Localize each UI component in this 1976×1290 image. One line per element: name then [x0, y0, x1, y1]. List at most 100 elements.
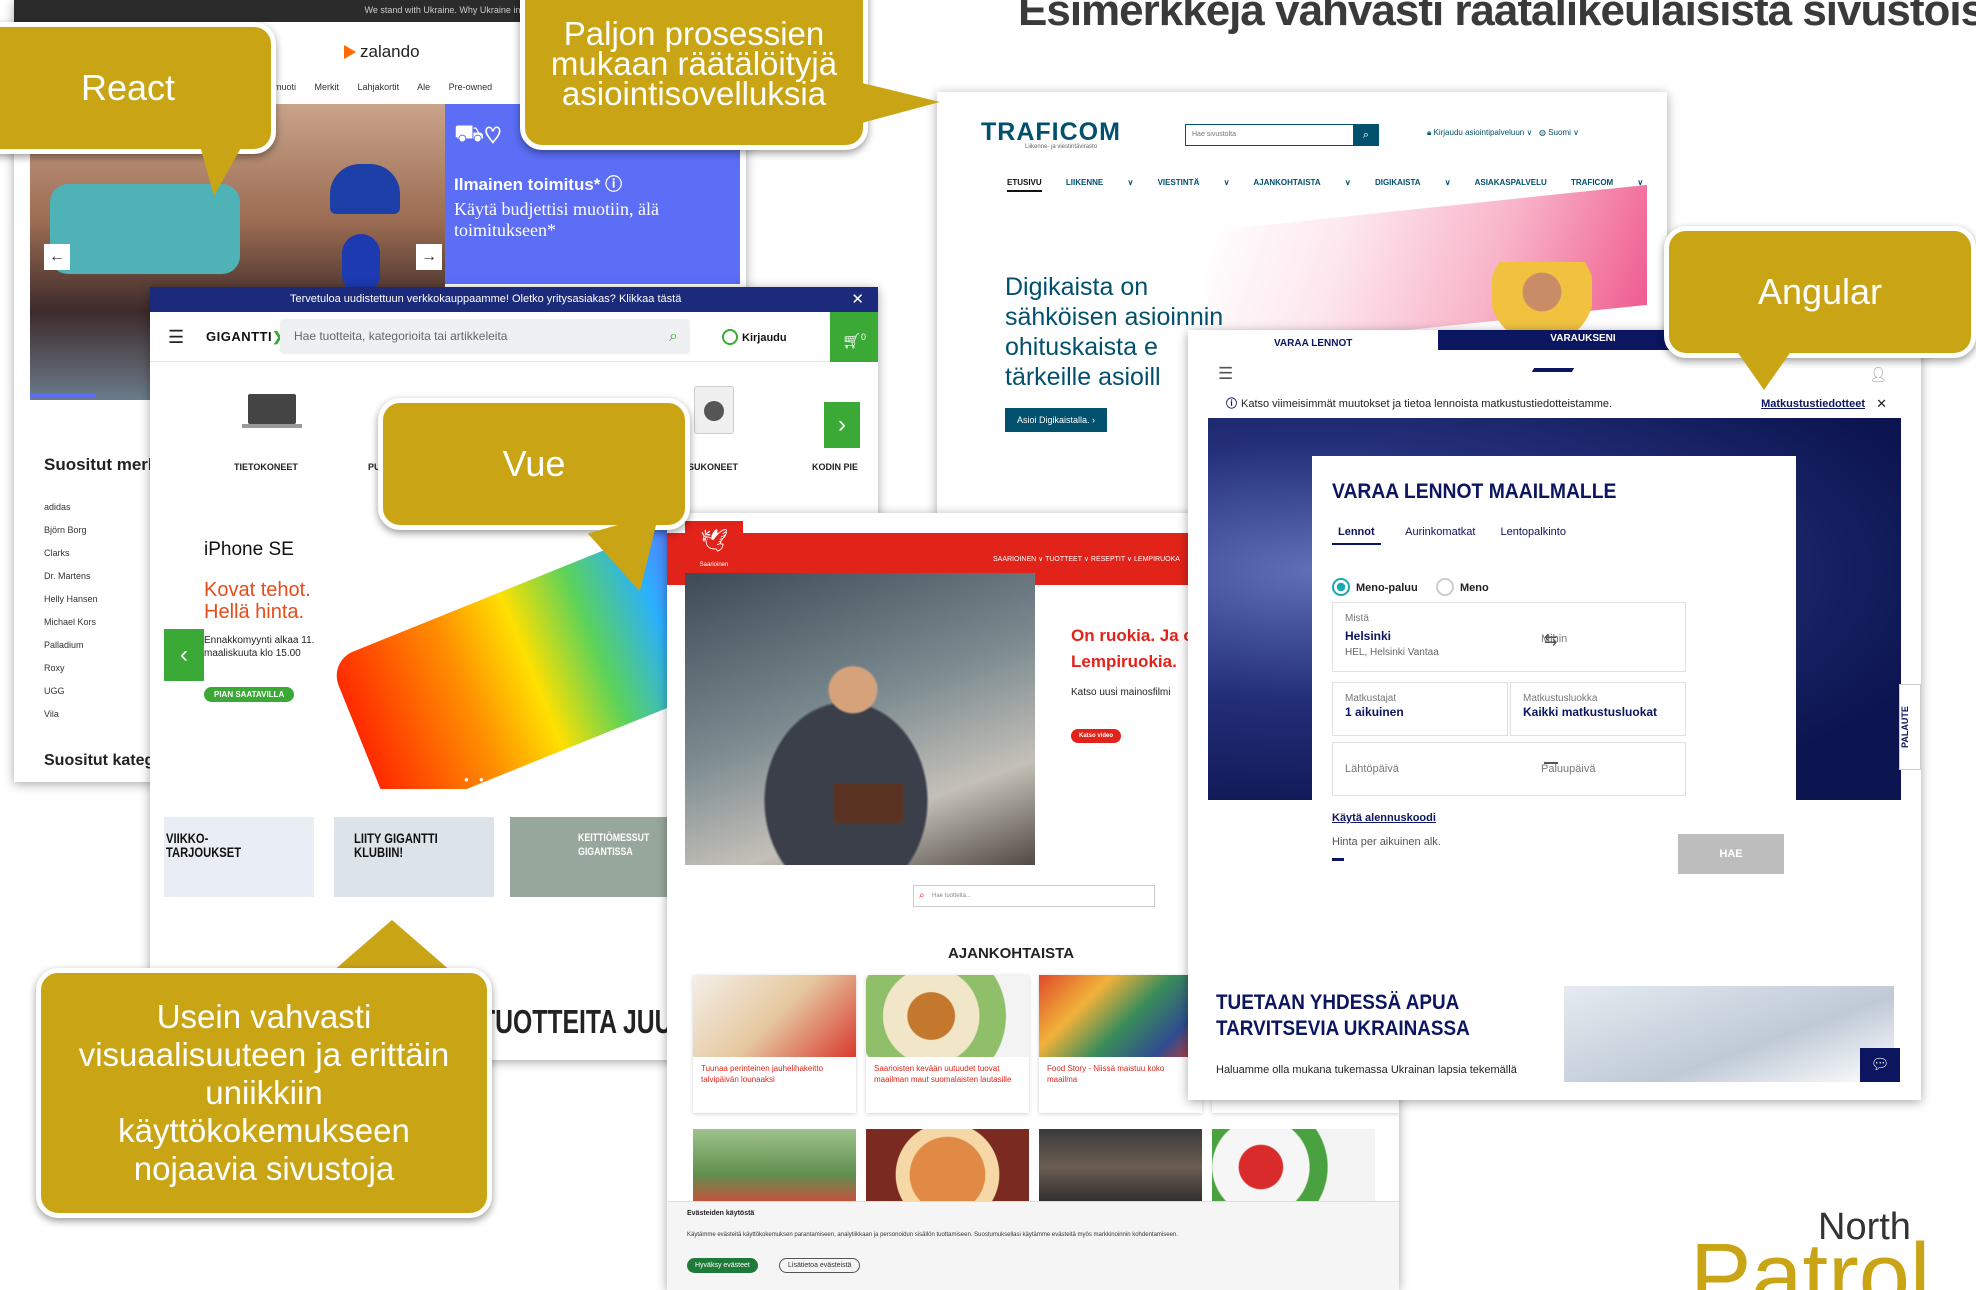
cart-count: 0	[861, 332, 867, 342]
article-title: Food Story - Niissä maistuu koko maailma	[1047, 1064, 1165, 1084]
slide-title: Esimerkkejä vahvasti räätälikeulaisista …	[1018, 0, 1976, 35]
zalando-nav-item[interactable]: Ale	[417, 82, 430, 92]
gigantti-logo[interactable]: GIGANTTI❯	[206, 329, 284, 345]
article-image[interactable]	[866, 1129, 1029, 1205]
zalando-nav-item[interactable]: Merkit	[315, 82, 340, 92]
brand-link[interactable]: Roxy	[44, 657, 98, 680]
brand-link[interactable]: Dr. Martens	[44, 565, 98, 588]
radio-oneway[interactable]: Meno	[1436, 578, 1489, 596]
article-card[interactable]: Food Story - Niissä maistuu koko maailma	[1039, 975, 1202, 1113]
chevron-right-icon[interactable]: ›	[824, 402, 860, 448]
hamburger-icon[interactable]: ☰	[1218, 364, 1233, 384]
article-title: Saarioisten kevään uutuudet tuovat maail…	[874, 1064, 1012, 1084]
traficom-language-select[interactable]: Suomi	[1548, 128, 1571, 137]
chevron-left-icon[interactable]: ‹	[164, 629, 204, 681]
dates-field[interactable]: Lähtöpäivä Paluupäivä	[1332, 742, 1686, 796]
finnair-screenshot: VARAA LENNOT VARAUKSENI ☰ 👤︎ ⓘ Katso viim…	[1188, 330, 1921, 1100]
article-image[interactable]	[1039, 1129, 1202, 1205]
swap-icon[interactable]: ⇆	[1544, 630, 1557, 650]
nav-item-etusivu[interactable]: ETUSIVU	[1007, 178, 1042, 192]
nav-item-digikaista[interactable]: DIGIKAISTA ∨	[1375, 178, 1451, 187]
tile-gigantti-club[interactable]: LIITY GIGANTTI KLUBIIN!	[334, 817, 494, 897]
arrow-right-icon[interactable]: →	[416, 244, 442, 270]
brand-link[interactable]: Clarks	[44, 542, 98, 565]
article-image	[866, 975, 1029, 1057]
return-date[interactable]: Paluupäivä	[1541, 763, 1595, 775]
nav-item-asiakaspalvelu[interactable]: ASIAKASPALVELU	[1475, 178, 1547, 187]
brand-link[interactable]: adidas	[44, 496, 98, 519]
cookie-more-button[interactable]: Lisätietoa evästeistä	[779, 1258, 861, 1273]
zalando-nav-item[interactable]: Pre-owned	[449, 82, 493, 92]
zalando-nav: muoti Merkit Lahjakortit Ale Pre-owned	[274, 82, 508, 92]
traficom-digikaista-button[interactable]: Asioi Digikaistalla. ›	[1005, 408, 1108, 432]
finnair-notice: ⓘ Katso viimeisimmät muutokset ja tietoa …	[1208, 390, 1901, 418]
saarioinen-search-input[interactable]: ⌕ Hae tuotteita...	[913, 885, 1155, 907]
passengers-field[interactable]: Matkustajat 1 aikuinen	[1332, 682, 1508, 736]
brand-link[interactable]: Michael Kors	[44, 611, 98, 634]
arrow-left-icon[interactable]: ←	[44, 244, 70, 270]
tab-holidays[interactable]: Aurinkomatkat	[1405, 526, 1475, 538]
ukraine-body: Haluamme olla mukana tukemassa Ukrainan …	[1216, 1064, 1517, 1076]
category-item[interactable]: KODIN PIE	[812, 462, 858, 472]
tab-award[interactable]: Lentopalkinto	[1501, 526, 1566, 538]
traficom-header-links: 🔒︎ Kirjaudu asiointipalveluun ∨ ◍ Suomi …	[1427, 128, 1579, 137]
search-button[interactable]: HAE	[1678, 834, 1784, 874]
brand-link[interactable]: Palladium	[44, 634, 98, 657]
close-icon[interactable]: ✕	[851, 287, 864, 312]
article-image[interactable]	[1212, 1129, 1375, 1205]
gigantti-banner[interactable]: Tervetuloa uudistettuun verkkokauppaamme…	[150, 287, 878, 312]
class-field[interactable]: Matkustusluokka Kaikki matkustusluokat	[1510, 682, 1686, 736]
gigantti-login[interactable]: Kirjaudu	[722, 329, 787, 345]
nav-item-viestinta[interactable]: VIESTINTÄ ∨	[1158, 178, 1230, 187]
hamburger-icon[interactable]: ☰	[168, 327, 184, 348]
search-icon[interactable]: ⌕	[669, 319, 678, 354]
chat-icon[interactable]: 💬︎	[1860, 1048, 1900, 1082]
search-icon: ⌕	[919, 890, 925, 901]
tab-book-flights[interactable]: VARAA LENNOT	[1274, 338, 1352, 349]
saarioinen-video-button[interactable]: Katso video	[1071, 729, 1122, 743]
article-card[interactable]: Tuunaa perinteinen jauhelihakeitto talvi…	[693, 975, 856, 1113]
brand-link[interactable]: UGG	[44, 680, 98, 703]
user-icon[interactable]: 👤︎	[1869, 366, 1887, 383]
depart-date[interactable]: Lähtöpäivä	[1345, 763, 1399, 775]
traficom-logo[interactable]: TRAFICOM	[981, 118, 1121, 147]
zalando-brand-list: adidas Björn Borg Clarks Dr. Martens Hel…	[44, 496, 98, 726]
cookie-banner: Evästeiden käytöstä Käytämme evästeitä k…	[667, 1201, 1399, 1290]
close-icon[interactable]: ✕	[1876, 390, 1887, 418]
brand-link[interactable]: Björn Borg	[44, 519, 98, 542]
brand-link[interactable]: Helly Hansen	[44, 588, 98, 611]
tile-kitchen-fair[interactable]: KEITTIÖMESSUT GIGANTISSA	[510, 817, 670, 897]
feedback-tab[interactable]: PALAUTE	[1899, 684, 1921, 770]
category-item[interactable]: TIETOKONEET	[234, 462, 298, 472]
booking-tabs: Lennot Aurinkomatkat Lentopalkinto	[1332, 526, 1588, 545]
zalando-nav-item[interactable]: muoti	[274, 82, 296, 92]
lock-icon: 🔒︎	[1427, 128, 1432, 137]
search-icon[interactable]: ⌕	[1353, 124, 1379, 146]
nav-item-ajankohtaista[interactable]: AJANKOHTAISTA ∨	[1253, 178, 1350, 187]
article-card[interactable]: Saarioisten kevään uutuudet tuovat maail…	[866, 975, 1029, 1113]
carousel-dots[interactable]: ● ● ● ● ● ● ●	[464, 775, 563, 784]
ukraine-heading: TUETAAN YHDESSÄ APUA TARVITSEVIA UKRAINA…	[1216, 991, 1470, 1040]
discount-code-link[interactable]: Käytä alennuskoodi	[1332, 812, 1436, 824]
zalando-nav-item[interactable]: Lahjakortit	[358, 82, 400, 92]
globe-icon: ◍	[1538, 128, 1546, 137]
sofa-shape	[50, 184, 240, 274]
cookie-accept-button[interactable]: Hyväksy evästeet	[687, 1258, 758, 1273]
tab-flights[interactable]: Lennot	[1332, 526, 1381, 545]
brand-link[interactable]: Vila	[44, 703, 98, 726]
finnair-logo-icon[interactable]	[1531, 368, 1575, 372]
price-placeholder	[1332, 858, 1344, 861]
notice-link[interactable]: Matkustustiedotteet	[1761, 390, 1865, 418]
cart-icon[interactable]: 🛒︎0	[830, 312, 878, 362]
saarioinen-nav[interactable]: SAARIOINEN ∨ TUOTTEET ∨ RESEPTIT ∨ LEMPI…	[993, 555, 1180, 563]
nav-item-liikenne[interactable]: LIIKENNE ∨	[1066, 178, 1133, 187]
zalando-logo[interactable]: zalando	[344, 42, 420, 62]
radio-roundtrip[interactable]: Meno-paluu	[1332, 578, 1418, 596]
article-image[interactable]	[693, 1129, 856, 1205]
traficom-login-link[interactable]: Kirjaudu asiointipalveluun	[1434, 128, 1525, 137]
tile-weekly-offers[interactable]: VIIKKO- TARJOUKSET	[164, 817, 314, 897]
iphone-se-brand: iPhone SE	[204, 539, 294, 560]
traficom-search-input[interactable]: Hae sivustolta ⌕	[1185, 124, 1379, 146]
gigantti-search-input[interactable]: Hae tuotteita, kategorioita tai artikkel…	[280, 319, 690, 354]
from-field[interactable]: Mistä Helsinki HEL, Helsinki Vantaa Mihi…	[1332, 602, 1686, 672]
